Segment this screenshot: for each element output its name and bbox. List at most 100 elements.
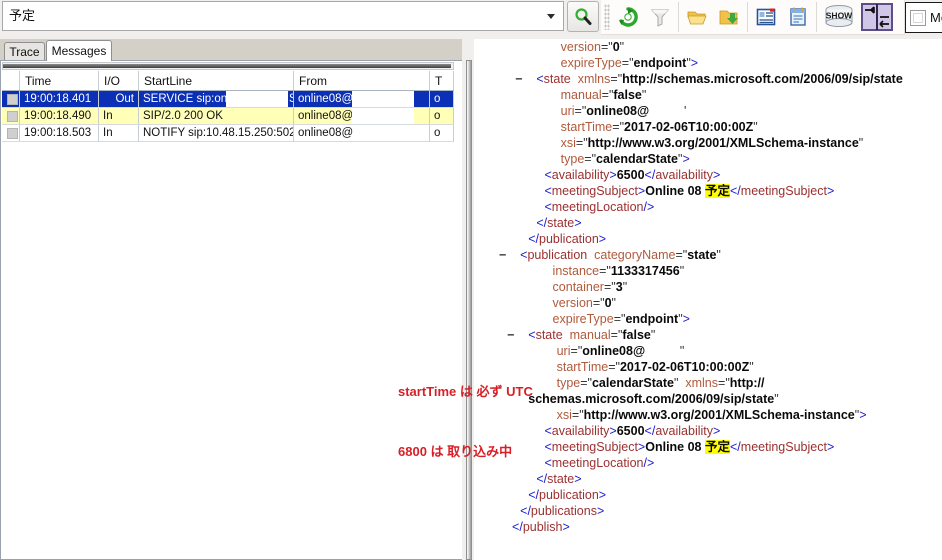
- column-header-io[interactable]: I/O: [99, 71, 139, 90]
- magnifier-icon: [575, 7, 592, 25]
- xml-token-val: false: [622, 328, 651, 342]
- collapse-toggle-icon[interactable]: −: [514, 71, 523, 87]
- toolbar-separator: [816, 2, 817, 32]
- xml-token-val: 3: [615, 280, 623, 294]
- search-combobox[interactable]: [2, 1, 564, 31]
- xml-token-attr: manual: [569, 328, 611, 342]
- xml-token-attr: xsi: [560, 136, 576, 150]
- xml-token-attr: startTime: [560, 120, 613, 134]
- xml-token-tag: meetingLocation: [551, 456, 644, 470]
- table-row[interactable]: 19:00:18.503 In NOTIFY sip:10.48.15.250:…: [2, 125, 454, 142]
- xml-token-eq: =: [621, 56, 630, 70]
- xml-token-q: ": [716, 248, 721, 262]
- row-marker[interactable]: [2, 108, 20, 124]
- xml-token-tag: meetingSubject: [740, 184, 827, 198]
- xml-token-eq: =: [601, 88, 609, 102]
- refresh-button[interactable]: [612, 1, 644, 34]
- xml-token-br: </: [536, 216, 548, 230]
- details-button[interactable]: [750, 1, 782, 34]
- table-row[interactable]: 19:00:18.401 Out SERVICE sip:online08@ S…: [2, 91, 454, 108]
- xml-line: version="0": [474, 295, 942, 311]
- xml-line: − <publication categoryName="state": [474, 247, 942, 263]
- xml-token-br: >: [690, 56, 699, 70]
- search-button[interactable]: [567, 1, 599, 32]
- xml-token-attr: startTime: [556, 360, 609, 374]
- splitter-handle[interactable]: [466, 60, 472, 560]
- xml-token-br: </: [644, 424, 656, 438]
- cell-from: online08@: [294, 125, 430, 141]
- cell-time: 19:00:18.503: [20, 125, 99, 141]
- xml-token-br: >: [574, 472, 582, 486]
- xml-token-br: >: [598, 488, 607, 502]
- xml-token-attr: version: [552, 296, 593, 310]
- chevron-down-icon[interactable]: [539, 2, 563, 30]
- xml-token-tag: availability: [655, 424, 713, 438]
- xml-token-sp: [645, 344, 680, 358]
- row-marker[interactable]: [2, 91, 20, 107]
- tab-trace[interactable]: Trace: [4, 42, 45, 61]
- xml-token-val: state: [687, 248, 717, 262]
- toolbar-grip[interactable]: [604, 4, 610, 30]
- xml-token-br: <: [544, 424, 552, 438]
- xml-line: <meetingSubject>Online 08 予定</meetingSub…: [474, 439, 942, 455]
- scrollbar-thumb[interactable]: [3, 64, 451, 68]
- column-header-startline[interactable]: StartLine: [139, 71, 294, 90]
- filter-button[interactable]: [644, 1, 676, 34]
- xml-line: − <state manual="false": [474, 327, 942, 343]
- xml-token-txt: Online 08: [645, 184, 705, 198]
- xml-token-br: </: [528, 232, 540, 246]
- cell-to: o: [430, 91, 454, 107]
- xml-token-br: >: [826, 184, 835, 198]
- tab-strip: Trace Messages: [0, 39, 471, 61]
- me-checkbox[interactable]: Me: [905, 2, 942, 33]
- redaction-box: [352, 91, 414, 107]
- collapse-toggle-icon[interactable]: −: [498, 247, 507, 263]
- xml-token-attr: xmlns: [577, 72, 611, 86]
- cell-from: online08@: [294, 108, 430, 124]
- checkbox-box[interactable]: [910, 9, 926, 26]
- table-row[interactable]: 19:00:18.490 In SIP/2.0 200 OK online08@…: [2, 108, 454, 125]
- panel-splitter[interactable]: [462, 39, 474, 560]
- xml-token-tag: meetingLocation: [551, 200, 644, 214]
- xml-token-attr: expireType: [552, 312, 614, 326]
- xml-token-val: calendarState: [591, 376, 674, 390]
- notes-button[interactable]: [782, 1, 814, 34]
- horizontal-scrollbar[interactable]: [2, 62, 454, 70]
- column-header-from[interactable]: From: [294, 71, 430, 90]
- xml-token-eq: =: [608, 360, 616, 374]
- xml-token-q: ": [650, 328, 656, 342]
- xml-line: expireType="endpoint">: [474, 311, 942, 327]
- xml-token-txt: 6500: [616, 168, 645, 182]
- column-header-to[interactable]: T: [430, 71, 454, 90]
- cell-io: Out: [99, 91, 139, 107]
- xml-token-br: <: [528, 328, 536, 342]
- open-folder-button[interactable]: [681, 1, 713, 34]
- xml-token-val: 1133317456: [610, 264, 680, 278]
- xml-line: instance="1133317456": [474, 263, 942, 279]
- search-input[interactable]: [3, 3, 539, 29]
- xml-line: <availability>6500</availability>: [474, 167, 942, 183]
- split-view-button[interactable]: [859, 1, 895, 34]
- show-database-button[interactable]: SHOW: [819, 1, 859, 34]
- column-header-marker[interactable]: [2, 71, 20, 90]
- collapse-toggle-icon[interactable]: −: [506, 327, 515, 343]
- xml-token-val: endpoint: [625, 312, 679, 326]
- xml-token-val: http://schemas.microsoft.com/2006/09/sip…: [622, 72, 903, 86]
- toolbar: SHOW Me: [0, 0, 942, 39]
- xml-token-br: />: [643, 200, 655, 214]
- xml-token-eq: =: [610, 328, 618, 342]
- xml-token-br: </: [730, 184, 741, 198]
- xml-token-q: ": [858, 136, 864, 150]
- save-folder-button[interactable]: [713, 1, 745, 34]
- xml-line: type="calendarState">: [474, 151, 942, 167]
- xml-token-br: <: [544, 200, 552, 214]
- xml-token-attr: expireType: [560, 56, 622, 70]
- refresh-icon: [619, 7, 638, 27]
- xml-token-tag: publish: [522, 520, 563, 534]
- xml-message-viewer[interactable]: version="0" expireType="endpoint"> − <state…: [474, 39, 942, 560]
- tab-messages[interactable]: Messages: [46, 40, 112, 61]
- xml-token-br: <: [536, 72, 544, 86]
- column-header-time[interactable]: Time: [20, 71, 99, 90]
- xml-token-q: ": [619, 40, 625, 54]
- row-marker[interactable]: [2, 125, 20, 141]
